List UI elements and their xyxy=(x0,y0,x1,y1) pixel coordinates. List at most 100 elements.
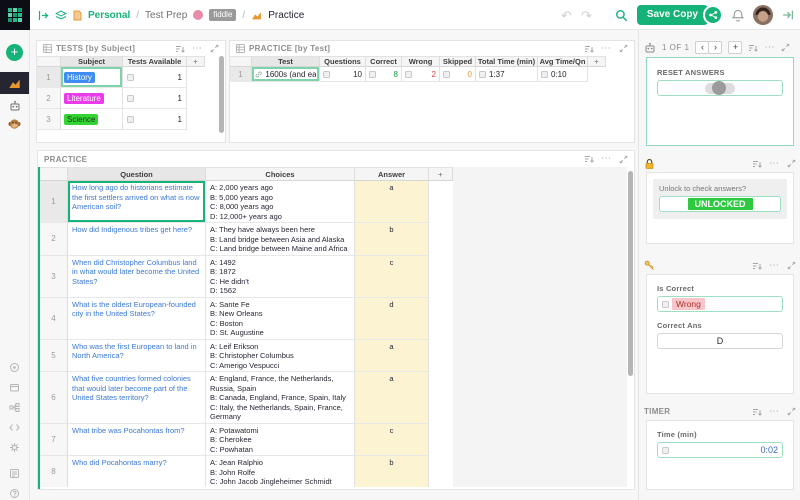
column-header-skipped[interactable]: Skipped xyxy=(440,56,476,67)
row-number-cell[interactable]: 8 xyxy=(40,456,68,487)
answer-cell[interactable]: b xyxy=(355,456,429,487)
column-header-tests-available[interactable]: Tests Available xyxy=(123,56,187,67)
time-field[interactable]: 0:02 xyxy=(657,442,783,458)
row-number-cell[interactable]: 4 xyxy=(40,298,68,340)
column-header-questions[interactable]: Questions xyxy=(320,56,366,67)
sort-filter-icon[interactable] xyxy=(584,44,594,54)
correct-cell[interactable]: 8 xyxy=(366,67,402,82)
question-cell[interactable]: Who did Pocahontas marry? xyxy=(68,456,206,487)
choices-cell[interactable]: A: Jean RalphioB: John RolfeC: John Jaco… xyxy=(206,456,355,487)
answer-cell[interactable]: b xyxy=(355,223,429,256)
column-header-wrong[interactable]: Wrong xyxy=(402,56,440,67)
row-number-cell[interactable]: 3 xyxy=(40,256,68,298)
access-rules-icon[interactable] xyxy=(0,402,29,413)
column-header-total-time[interactable]: Total Time (min) xyxy=(476,56,538,67)
answer-cell[interactable]: c xyxy=(355,256,429,298)
code-icon[interactable] xyxy=(0,422,29,433)
practice-scrollbar[interactable] xyxy=(628,169,633,486)
expand-section-icon[interactable] xyxy=(210,44,219,53)
question-cell[interactable]: How did Indigenous tribes get here? xyxy=(68,223,206,256)
total-time-cell[interactable]: 1:37 xyxy=(476,67,538,82)
expand-section-icon[interactable] xyxy=(619,44,628,53)
questions-cell[interactable]: 10 xyxy=(320,67,366,82)
sort-filter-icon[interactable] xyxy=(584,154,594,164)
row-number-cell[interactable]: 7 xyxy=(40,424,68,457)
sort-filter-icon[interactable] xyxy=(175,44,185,54)
question-cell[interactable]: How long ago do historians estimate the … xyxy=(68,181,206,223)
layers-icon[interactable] xyxy=(55,10,67,21)
more-options-icon[interactable]: ⋯ xyxy=(192,46,203,52)
row-number-cell[interactable]: 5 xyxy=(40,340,68,373)
choices-cell[interactable]: A: 1492B: 1872C: He didn'tD: 1562 xyxy=(206,256,355,298)
redo-icon[interactable]: ↷ xyxy=(581,9,592,22)
row-number-cell[interactable]: 6 xyxy=(40,372,68,424)
answer-cell[interactable]: a xyxy=(355,372,429,424)
column-header-avg-time[interactable]: Avg Time/Qn xyxy=(538,56,588,67)
sort-filter-icon[interactable] xyxy=(752,261,762,271)
breadcrumb-workspace[interactable]: Personal xyxy=(88,10,130,21)
avg-time-cell[interactable]: 0:10 xyxy=(538,67,588,82)
more-options-icon[interactable]: ⋯ xyxy=(769,263,780,269)
add-record-button[interactable]: + xyxy=(728,41,742,54)
row-number-cell[interactable]: 2 xyxy=(40,223,68,256)
answer-cell[interactable]: a xyxy=(355,181,429,223)
question-cell[interactable]: Who was the first European to land in No… xyxy=(68,340,206,373)
column-header-choices[interactable]: Choices xyxy=(206,167,355,181)
corner-header[interactable] xyxy=(230,56,252,67)
subject-cell[interactable]: Science xyxy=(61,109,123,130)
expand-section-icon[interactable] xyxy=(787,261,796,270)
more-options-icon[interactable]: ⋯ xyxy=(601,46,612,52)
undo-icon[interactable]: ↶ xyxy=(561,9,572,22)
question-cell[interactable]: What tribe was Pocahontas from? xyxy=(68,424,206,457)
sort-filter-icon[interactable] xyxy=(748,43,758,53)
wrong-cell[interactable]: 2 xyxy=(402,67,440,82)
tests-available-cell[interactable]: 1 xyxy=(123,67,187,88)
raw-data-icon[interactable] xyxy=(0,382,29,393)
is-correct-field[interactable]: Wrong xyxy=(657,296,783,312)
choices-cell[interactable]: A: Sante FeB: New OrleansC: BostonD: St.… xyxy=(206,298,355,340)
tests-available-cell[interactable]: 1 xyxy=(123,109,187,130)
question-cell[interactable]: What is the oldest European-founded city… xyxy=(68,298,206,340)
row-number-cell[interactable]: 3 xyxy=(37,109,61,130)
sidebar-page-practice[interactable] xyxy=(0,72,29,94)
more-options-icon[interactable]: ⋯ xyxy=(769,409,780,415)
add-column-button[interactable]: + xyxy=(187,56,205,67)
column-header-question[interactable]: Question xyxy=(68,167,206,181)
sort-filter-icon[interactable] xyxy=(752,407,762,417)
answer-cell[interactable]: a xyxy=(355,340,429,373)
add-column-button[interactable]: + xyxy=(429,167,453,181)
skipped-cell[interactable]: 0 xyxy=(440,67,476,82)
prev-record-button[interactable]: ‹ xyxy=(695,41,709,54)
breadcrumb-page[interactable]: Practice xyxy=(268,10,304,21)
document-tour-icon[interactable] xyxy=(0,468,29,479)
user-avatar[interactable] xyxy=(753,5,773,25)
webhook-icon[interactable] xyxy=(0,362,29,373)
reset-answers-toggle[interactable] xyxy=(705,83,735,94)
breadcrumb-doc[interactable]: Test Prep xyxy=(145,10,187,21)
save-copy-button[interactable]: Save Copy xyxy=(637,5,708,25)
expand-section-icon[interactable] xyxy=(787,159,796,168)
unlock-status-field[interactable]: UNLOCKED xyxy=(659,196,781,212)
row-number-cell[interactable]: 2 xyxy=(37,88,61,109)
choices-cell[interactable]: A: England, France, the Netherlands, Rus… xyxy=(206,372,355,424)
choices-cell[interactable]: A: 2,000 years agoB: 5,000 years agoC: 8… xyxy=(206,181,355,223)
question-cell[interactable]: When did Christopher Columbus land in wh… xyxy=(68,256,206,298)
choices-cell[interactable]: A: They have always been hereB: Land bri… xyxy=(206,223,355,256)
answer-cell[interactable]: d xyxy=(355,298,429,340)
settings-gear-icon[interactable] xyxy=(0,442,29,453)
answer-cell[interactable]: c xyxy=(355,424,429,457)
next-record-button[interactable]: › xyxy=(708,41,722,54)
subject-cell[interactable]: History xyxy=(61,67,123,88)
add-new-button[interactable]: + xyxy=(6,44,23,61)
column-header-subject[interactable]: Subject xyxy=(61,56,123,67)
row-number-cell[interactable]: 1 xyxy=(37,67,61,88)
subject-cell[interactable]: Literature xyxy=(61,88,123,109)
search-icon[interactable] xyxy=(615,9,628,22)
choices-cell[interactable]: A: PotawatomiB: CherokeeC: Powhatan xyxy=(206,424,355,457)
choices-cell[interactable]: A: Leif EriksonB: Christopher ColumbusC:… xyxy=(206,340,355,373)
grist-logo[interactable] xyxy=(0,0,30,30)
row-number-cell[interactable]: 1 xyxy=(230,67,252,82)
column-header-test[interactable]: Test xyxy=(252,56,320,67)
row-number-cell[interactable]: 1 xyxy=(40,181,68,223)
notifications-bell-icon[interactable] xyxy=(732,9,744,22)
